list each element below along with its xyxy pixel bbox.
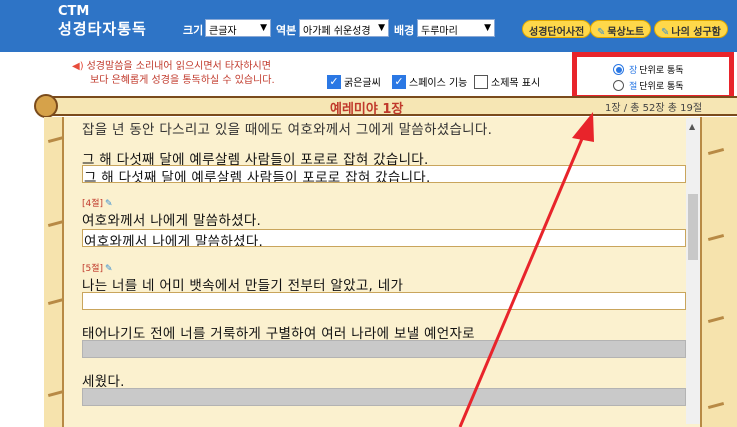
- arrow-shaft: [458, 133, 586, 427]
- annotation-arrow: [458, 112, 594, 427]
- arrow-head: [572, 112, 594, 142]
